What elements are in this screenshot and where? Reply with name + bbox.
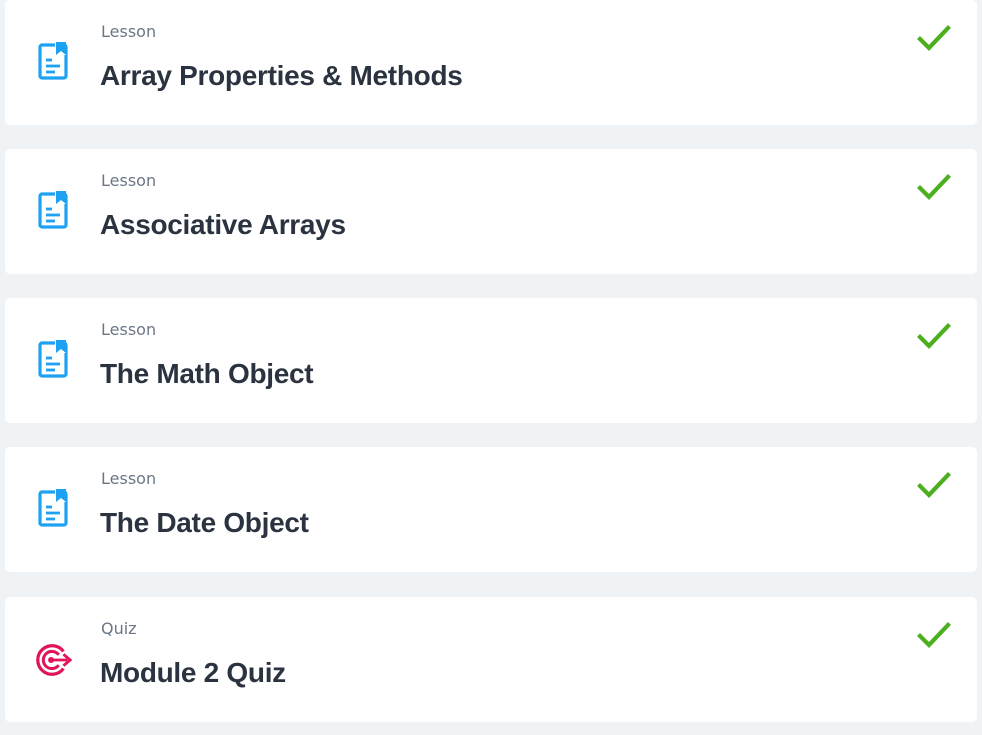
item-title[interactable]: Array Properties & Methods	[100, 58, 463, 94]
item-kind-label: Lesson	[101, 22, 157, 41]
module-item-card[interactable]: Lesson The Math Object	[5, 298, 977, 423]
lesson-document-icon	[38, 41, 68, 80]
item-title[interactable]: Module 2 Quiz	[100, 655, 286, 691]
checkmark-icon	[917, 25, 951, 52]
item-kind-label: Lesson	[101, 469, 157, 488]
item-kind-label: Lesson	[101, 171, 157, 190]
item-title[interactable]: The Date Object	[100, 505, 309, 541]
quiz-target-icon	[36, 644, 73, 676]
lesson-document-icon	[38, 339, 68, 378]
module-item-card[interactable]: Lesson Array Properties & Methods	[5, 0, 977, 125]
module-item-card[interactable]: Quiz Module 2 Quiz	[5, 597, 977, 722]
module-item-card[interactable]: Lesson The Date Object	[5, 447, 977, 572]
checkmark-icon	[917, 622, 951, 649]
checkmark-icon	[917, 323, 951, 350]
item-title[interactable]: The Math Object	[100, 356, 314, 392]
checkmark-icon	[917, 174, 951, 201]
item-title[interactable]: Associative Arrays	[100, 207, 346, 243]
lesson-document-icon	[38, 488, 68, 527]
item-kind-label: Lesson	[101, 320, 157, 339]
module-item-list: Lesson Array Properties & Methods Lesson…	[0, 0, 982, 735]
lesson-document-icon	[38, 190, 68, 229]
checkmark-icon	[917, 472, 951, 499]
item-kind-label: Quiz	[101, 619, 137, 638]
module-item-card[interactable]: Lesson Associative Arrays	[5, 149, 977, 274]
